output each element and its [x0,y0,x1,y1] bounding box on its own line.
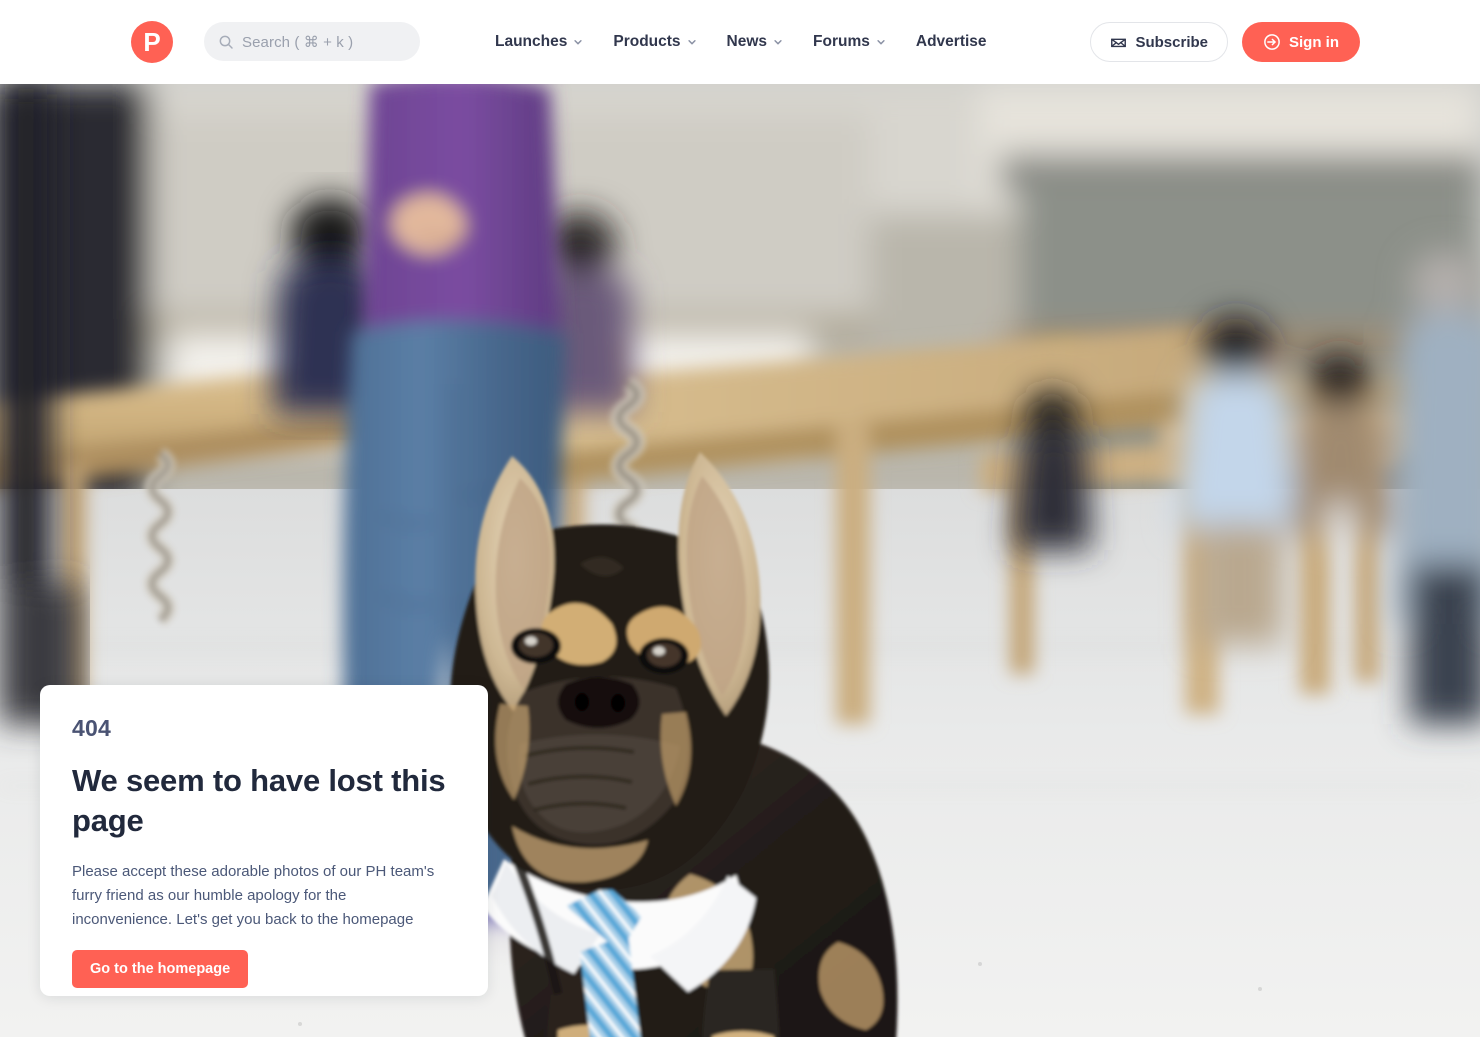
nav-item-advertise[interactable]: Advertise [916,33,987,51]
search-placeholder: Search ( ⌘ + k ) [242,33,354,51]
search-input[interactable]: Search ( ⌘ + k ) [204,22,420,61]
nav-label: Launches [495,33,568,50]
signin-label: Sign in [1289,33,1339,51]
signin-button[interactable]: Sign in [1242,22,1360,62]
nav-label: Advertise [915,33,987,50]
main-nav: Launches Products News Forums Advertise [495,0,987,84]
search-icon [219,35,233,49]
go-to-homepage-button[interactable]: Go to the homepage [72,949,249,988]
subscribe-button[interactable]: Subscribe [1090,22,1228,62]
subscribe-label: Subscribe [1135,33,1208,51]
error-code: 404 [72,715,111,741]
nav-item-news[interactable]: News [727,33,784,51]
nav-item-forums[interactable]: Forums [813,33,886,51]
nav-label: News [726,33,768,50]
error-title: We seem to have lost this page [72,763,446,839]
chevron-down-icon [774,40,782,45]
nav-item-launches[interactable]: Launches [495,33,583,51]
error-description: Please accept these adorable photos of o… [72,862,435,928]
error-card: 404 We seem to have lost this page Pleas… [40,685,488,996]
header-actions: Subscribe Sign in [1090,22,1360,62]
chevron-down-icon [877,40,885,45]
nav-item-products[interactable]: Products [613,33,696,51]
logo-letter: P [143,27,161,57]
envelope-icon [1111,38,1127,47]
product-hunt-logo[interactable]: P [131,21,173,63]
chevron-down-icon [687,40,696,45]
site-header: P Search ( ⌘ + k ) Launches Products New… [0,0,1480,84]
nav-label: Products [613,33,681,50]
chevron-down-icon [574,40,583,45]
nav-label: Forums [813,33,870,50]
sign-in-arrow-icon [1264,34,1280,50]
